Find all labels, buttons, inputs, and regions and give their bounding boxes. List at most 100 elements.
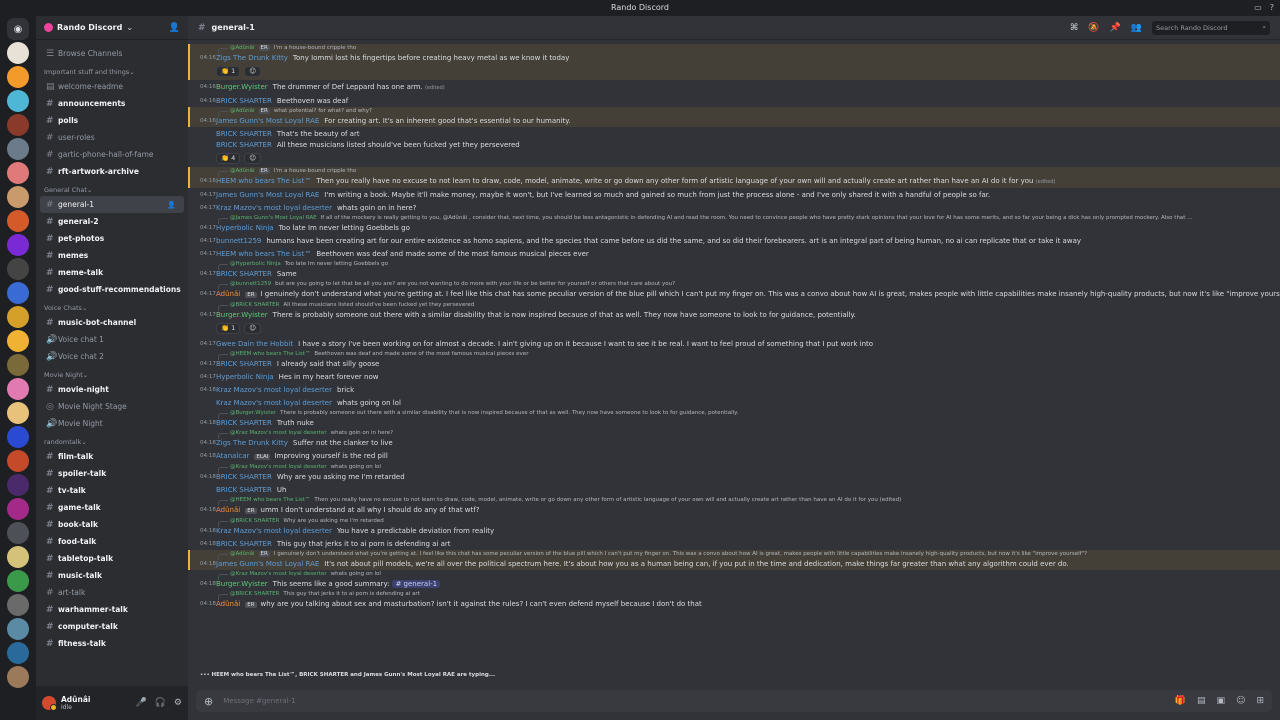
reaction-pill[interactable]: 👏 4 [216, 153, 241, 164]
channel-item[interactable]: # fitness-talk [36, 635, 188, 652]
channel-category[interactable]: General Chat ⌄ [36, 180, 188, 196]
reply-preview[interactable]: @Adûnâi ER I genuinely don't understand wh… [216, 550, 1260, 560]
sticker-icon[interactable]: ▣ [1217, 696, 1226, 706]
channel-item[interactable]: 🔊 Voice chat 2 [36, 348, 188, 365]
reply-preview[interactable]: @Kraz Mazov's most loyal deserter whats g… [216, 463, 1260, 473]
channel-category[interactable]: Voice Chats ⌄ [36, 298, 188, 314]
server-icon[interactable] [7, 186, 29, 208]
reply-preview[interactable]: @Kraz Mazov's most loyal deserter whats g… [216, 429, 1260, 439]
server-icon[interactable] [7, 498, 29, 520]
server-icon[interactable] [7, 90, 29, 112]
channel-item[interactable]: # good-stuff-recommendations [36, 281, 188, 298]
channel-item[interactable]: # book-talk [36, 516, 188, 533]
channel-item[interactable]: # music-talk [36, 567, 188, 584]
gif-icon[interactable]: ▤ [1197, 696, 1206, 706]
channel-item[interactable]: # memes [36, 247, 188, 264]
username[interactable]: Adûnâi [216, 600, 240, 608]
username[interactable]: HEEM who bears The List™ [216, 250, 311, 258]
username[interactable]: Zigs The Drunk Kitty [216, 439, 288, 447]
server-icon[interactable] [7, 450, 29, 472]
reply-preview[interactable]: @BRICK SHARTER This guy that jerks it to … [216, 590, 1260, 600]
username[interactable]: BRICK SHARTER [216, 270, 272, 278]
username[interactable]: BRICK SHARTER [216, 540, 272, 548]
username[interactable]: Atanalcar [216, 452, 249, 460]
server-icon[interactable] [7, 642, 29, 664]
reaction-pill[interactable]: 👏 1 [216, 66, 241, 77]
channel-item[interactable]: # art-talk [36, 584, 188, 601]
channel-item[interactable]: # movie-night [36, 381, 188, 398]
add-attachment-icon[interactable]: ⊕ [204, 695, 213, 708]
channel-item[interactable]: # tabletop-talk [36, 550, 188, 567]
username[interactable]: James Gunn's Most Loyal RAE [216, 117, 319, 125]
username[interactable]: Kraz Mazov's most loyal deserter [216, 527, 332, 535]
avatar[interactable] [42, 696, 57, 711]
reaction-pill[interactable]: ☺ [244, 66, 262, 77]
username[interactable]: bunnett1259 [216, 237, 261, 245]
reply-preview[interactable]: @bunnett1259 but are you going to let tha… [216, 280, 1260, 290]
username[interactable]: BRICK SHARTER [216, 141, 272, 149]
channel-item[interactable]: # computer-talk [36, 618, 188, 635]
reply-preview[interactable]: @HEEM who bears The List™ Beethoven was d… [216, 350, 1260, 360]
channel-item[interactable]: # tv-talk [36, 482, 188, 499]
username[interactable]: BRICK SHARTER [216, 130, 272, 138]
username[interactable]: BRICK SHARTER [216, 97, 272, 105]
channel-item[interactable]: # general-2 [36, 213, 188, 230]
server-icon[interactable] [7, 210, 29, 232]
reply-preview[interactable]: @BRICK SHARTER All these musicians listed… [216, 301, 1260, 311]
channel-item[interactable]: # food-talk [36, 533, 188, 550]
username[interactable]: Adûnâi [216, 290, 240, 298]
channel-item[interactable]: # spoiler-talk [36, 465, 188, 482]
channel-item[interactable]: ▤ welcome-readme [36, 78, 188, 95]
username[interactable]: HEEM who bears The List™ [216, 177, 311, 185]
username[interactable]: BRICK SHARTER [216, 419, 272, 427]
help-icon[interactable]: ? [1270, 0, 1274, 16]
server-icon[interactable] [7, 570, 29, 592]
server-icon[interactable] [7, 330, 29, 352]
channel-item[interactable]: # pet-photos [36, 230, 188, 247]
server-header[interactable]: Rando Discord ⌄ 👤 [36, 16, 188, 40]
channel-item[interactable]: # film-talk [36, 448, 188, 465]
reply-preview[interactable]: @Burger.Wyister There is probably someone… [216, 409, 1260, 419]
server-icon[interactable] [7, 42, 29, 64]
settings-gear-icon[interactable]: ⚙ [174, 698, 182, 708]
server-icon[interactable] [7, 522, 29, 544]
mute-mic-icon[interactable]: 🎤 [135, 698, 146, 708]
username[interactable]: James Gunn's Most Loyal RAE [216, 560, 319, 568]
username[interactable]: Adûnâi [216, 506, 240, 514]
channel-item[interactable]: # game-talk [36, 499, 188, 516]
server-icon[interactable] [7, 258, 29, 280]
server-icon[interactable] [7, 66, 29, 88]
member-list-icon[interactable]: 👥 [1131, 23, 1142, 33]
reply-preview[interactable]: @Adûnâi ER I'm a house-bound cripple tho [216, 167, 1260, 177]
reply-preview[interactable]: @BRICK SHARTER Why are you asking me I'm … [216, 517, 1260, 527]
server-icon[interactable] [7, 138, 29, 160]
message-input[interactable]: ⊕ Message #general-1 🎁 ▤ ▣ ☺ ⊞ [196, 690, 1272, 712]
channel-item[interactable]: # polls [36, 112, 188, 129]
notification-bell-icon[interactable]: 🔕 [1088, 23, 1099, 33]
search-input[interactable]: Search Rando Discord ⌕ [1152, 20, 1270, 35]
reaction-pill[interactable]: 👏 1 [216, 323, 241, 334]
channel-item[interactable]: # music-bot-channel [36, 314, 188, 331]
reaction-pill[interactable]: ☺ [244, 153, 262, 164]
discord-home-icon[interactable]: ◉ [7, 18, 29, 40]
server-icon[interactable] [7, 282, 29, 304]
username[interactable]: Kraz Mazov's most loyal deserter [216, 204, 332, 212]
threads-icon[interactable]: ⌘ [1070, 23, 1078, 33]
username[interactable]: Kraz Mazov's most loyal deserter [216, 399, 332, 407]
server-icon[interactable] [7, 162, 29, 184]
channel-item[interactable]: # rft-artwork-archive [36, 163, 188, 180]
channel-item[interactable]: # meme-talk [36, 264, 188, 281]
server-icon[interactable] [7, 354, 29, 376]
server-icon[interactable] [7, 546, 29, 568]
reply-preview[interactable]: @James Gunn's Most Loyal RAE If all of th… [216, 214, 1260, 224]
pin-icon[interactable]: 📌 [1110, 23, 1121, 33]
gift-icon[interactable]: 🎁 [1175, 696, 1186, 706]
reply-preview[interactable]: @Hyperbolic Ninja Too late Im never letti… [216, 260, 1260, 270]
username[interactable]: BRICK SHARTER [216, 360, 272, 368]
apps-icon[interactable]: ⊞ [1256, 696, 1264, 706]
channel-item[interactable]: ◎ Movie Night Stage [36, 398, 188, 415]
channel-item[interactable]: # announcements [36, 95, 188, 112]
browse-channels[interactable]: ☰ Browse Channels [36, 45, 188, 62]
channel-category[interactable]: Important stuff and things ⌄ [36, 62, 188, 78]
channel-item[interactable]: # general-1 👤 [40, 196, 184, 213]
